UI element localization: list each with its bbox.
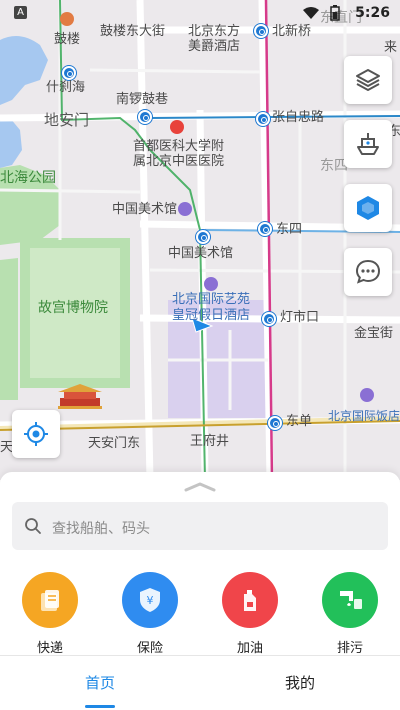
hotel-poi-icon <box>204 277 218 291</box>
hexagon-button[interactable] <box>344 184 392 232</box>
locate-button[interactable] <box>12 410 60 458</box>
ship-icon <box>357 133 379 155</box>
search-input[interactable]: 查找船舶、码头 <box>12 502 388 550</box>
map-label: 属北京中医医院 <box>133 154 225 169</box>
battery-icon <box>330 5 340 21</box>
map-label: 北海公园 <box>0 170 56 186</box>
gps-icon: A <box>14 6 27 19</box>
map-label: 金宝街 <box>354 326 394 341</box>
map-view[interactable]: 鼓楼 鼓楼东大街 北京东方 美爵酒店 北新桥 东直门 来 什刹海 南锣鼓巷 地安… <box>0 0 400 480</box>
map-label: 天安门东 <box>88 436 141 451</box>
map-label: 王府井 <box>190 434 230 449</box>
service-insurance[interactable]: ¥ 保险 <box>110 572 190 658</box>
sewage-icon <box>322 572 378 628</box>
chat-icon <box>355 259 381 284</box>
tab-home[interactable]: 首页 <box>0 656 200 710</box>
map-label: 地安门 <box>44 111 90 129</box>
tab-home-label: 首页 <box>84 674 115 692</box>
layers-button[interactable] <box>344 56 392 104</box>
courier-icon <box>22 572 78 628</box>
metro-station-icon <box>268 416 282 430</box>
map-label: 南锣鼓巷 <box>116 92 169 107</box>
hexagon-icon <box>357 196 379 220</box>
chat-button[interactable] <box>344 248 392 296</box>
bottom-sheet[interactable]: 查找船舶、码头 快递 ¥ 保险 加油 排污 <box>0 472 400 658</box>
service-courier[interactable]: 快递 <box>10 572 90 658</box>
wifi-icon <box>303 7 319 19</box>
map-label: 什刹海 <box>46 80 86 95</box>
svg-text:¥: ¥ <box>147 594 154 607</box>
insurance-icon: ¥ <box>122 572 178 628</box>
bottom-tab-bar: 首页 我的 <box>0 655 400 710</box>
map-label: 中国美术馆 <box>112 202 178 217</box>
metro-station-icon <box>256 112 270 126</box>
hotel-poi-icon <box>360 388 374 402</box>
map-label: 来 <box>384 40 398 55</box>
hospital-icon <box>170 120 184 134</box>
map-label: 皇冠假日酒店 <box>172 308 251 323</box>
map-label: 美爵酒店 <box>188 39 241 54</box>
status-time: 5:26 <box>355 5 390 21</box>
map-label: 北京国际饭店 <box>328 409 400 423</box>
map-label: 北京国际艺苑 <box>172 292 251 307</box>
tab-mine-label: 我的 <box>284 674 315 692</box>
map-label: 首都医科大学附 <box>133 139 225 154</box>
service-label: 保险 <box>136 641 163 656</box>
ship-button[interactable] <box>344 120 392 168</box>
metro-station-icon <box>62 66 76 80</box>
metro-station-icon <box>196 230 210 244</box>
map-label: 东单 <box>286 414 313 429</box>
status-bar: A 5:26 <box>0 0 400 28</box>
locate-icon <box>24 422 48 446</box>
map-label: 灯市口 <box>280 310 320 325</box>
layers-icon <box>356 69 380 91</box>
tab-active-indicator <box>85 705 115 708</box>
metro-station-icon <box>262 312 276 326</box>
metro-station-icon <box>138 110 152 124</box>
map-label: 鼓楼 <box>54 32 81 47</box>
fuel-icon <box>222 572 278 628</box>
sheet-handle-icon[interactable] <box>182 480 218 494</box>
metro-station-icon <box>258 222 272 236</box>
search-icon <box>25 518 41 534</box>
map-label: 中国美术馆 <box>168 246 234 261</box>
museum-poi-icon <box>178 202 192 216</box>
tab-mine[interactable]: 我的 <box>200 656 400 710</box>
map-label: 故宫博物院 <box>38 300 108 316</box>
search-placeholder: 查找船舶、码头 <box>52 521 150 537</box>
service-sewage[interactable]: 排污 <box>310 572 390 658</box>
service-label: 排污 <box>336 641 363 656</box>
service-label: 快递 <box>36 641 63 656</box>
service-label: 加油 <box>236 641 263 656</box>
service-fuel[interactable]: 加油 <box>210 572 290 658</box>
map-label: 张自忠路 <box>272 110 325 125</box>
map-label: 东四 <box>276 222 303 237</box>
